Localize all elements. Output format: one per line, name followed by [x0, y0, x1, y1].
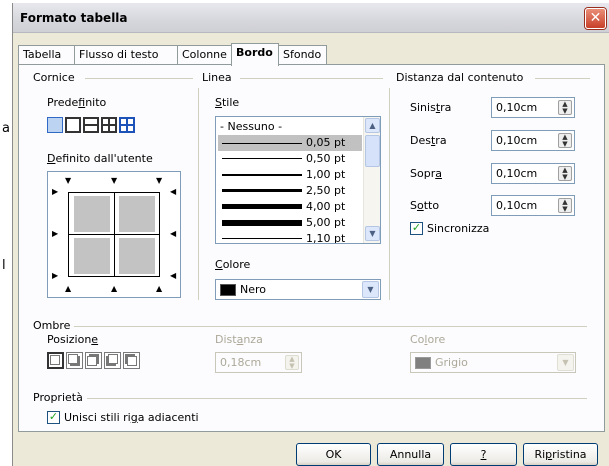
user-defined-label: Definito dall'utente [47, 152, 153, 165]
merge-styles-checkbox[interactable]: ✓ [47, 411, 60, 424]
chevron-down-icon[interactable]: ▼ [557, 354, 574, 371]
arrow-right-icon: ▶ [52, 187, 59, 196]
dialog-title: Formato tabella [20, 11, 128, 25]
spin-buttons-icon[interactable]: ▲ ▼ [558, 133, 572, 148]
preview-cell [119, 238, 155, 274]
posizione-label: Posizione [47, 333, 99, 346]
distanza-divider [389, 88, 390, 300]
list-item[interactable]: 5,00 pt [218, 215, 362, 231]
shadow-distance-field[interactable]: 0,18cm ▲ ▼ [215, 352, 302, 373]
linea-divider [198, 88, 199, 300]
spin-buttons-icon[interactable]: ▲ ▼ [558, 198, 572, 213]
tab-tabella[interactable]: Tabella [18, 45, 75, 65]
sinistra-field[interactable]: 0,10cm ▲ ▼ [491, 97, 575, 118]
shadow-bottom-left-option[interactable] [104, 352, 121, 369]
shadow-color-value: Grigio [435, 356, 468, 369]
distanza-group-title: Distanza dal contenuto [396, 71, 528, 84]
arrow-right-icon: ▶ [52, 271, 59, 280]
ok-button[interactable]: OK [296, 443, 371, 466]
shadow-color-select[interactable]: Grigio ▼ [410, 352, 576, 373]
ombre-separator [72, 326, 587, 327]
ripristina-button[interactable]: Ripristina [523, 443, 598, 466]
preview-cell [119, 196, 155, 232]
arrow-up-icon: ▲ [111, 284, 118, 293]
color-swatch [220, 284, 236, 296]
arrow-down-icon: ▼ [156, 176, 163, 185]
arrow-left-icon: ◀ [170, 271, 177, 280]
sotto-field[interactable]: 0,10cm ▲ ▼ [491, 195, 575, 216]
background-text-fragment: a [2, 121, 10, 136]
background-text-fragment: l [2, 258, 6, 273]
distanza-separator [535, 78, 590, 79]
list-item[interactable]: 1,00 pt [218, 167, 362, 183]
line-color-value: Nero [240, 283, 267, 296]
arrow-up-icon: ▲ [156, 284, 163, 293]
preview-cell [74, 196, 110, 232]
arrow-up-icon: ▲ [65, 284, 72, 293]
scroll-down-icon[interactable]: ▼ [365, 226, 380, 241]
preset-outer-all-inner[interactable] [101, 117, 117, 133]
tab-bordo[interactable]: Bordo [231, 43, 279, 66]
shadow-bottom-right-option[interactable] [66, 352, 83, 369]
tab-sfondo[interactable]: Sfondo [278, 45, 327, 65]
arrow-left-icon: ◀ [170, 187, 177, 196]
predefinito-label: Predefinito [47, 96, 107, 109]
color-swatch [415, 357, 431, 369]
tab-flusso-di-testo[interactable]: Flusso di testo [74, 45, 178, 65]
cornice-group-title: Cornice [33, 71, 79, 84]
sopra-label: Sopra [410, 167, 442, 180]
tab-colonne[interactable]: Colonne [177, 45, 233, 65]
line-color-select[interactable]: Nero ▼ [215, 279, 381, 300]
close-button[interactable]: ✕ [585, 8, 606, 29]
sotto-label: Sotto [410, 199, 440, 212]
shadow-none-option[interactable] [47, 352, 64, 369]
arrow-down-icon: ▼ [65, 176, 72, 185]
list-item[interactable]: - Nessuno - [218, 119, 362, 135]
destra-label: Destra [410, 134, 447, 147]
preset-outer-horizontal[interactable] [83, 117, 99, 133]
linea-separator [240, 78, 383, 79]
sincronizza-label: Sincronizza [427, 222, 490, 235]
list-item[interactable]: 4,00 pt [218, 199, 362, 215]
preview-cell [74, 238, 110, 274]
proprieta-group-title: Proprietà [33, 391, 87, 404]
list-item[interactable]: 0,50 pt [218, 151, 362, 167]
sopra-field[interactable]: 0,10cm ▲ ▼ [491, 163, 575, 184]
preset-outer-inner-lines[interactable] [119, 117, 135, 133]
sinistra-label: Sinistra [410, 101, 452, 114]
spin-buttons-icon[interactable]: ▲ ▼ [558, 100, 572, 115]
preset-outer-border[interactable] [65, 117, 81, 133]
shadow-top-right-option[interactable] [85, 352, 102, 369]
sincronizza-checkbox[interactable]: ✓ [410, 222, 423, 235]
preset-no-border[interactable] [47, 117, 63, 133]
spin-buttons-icon[interactable]: ▲ ▼ [285, 355, 299, 370]
line-style-list[interactable]: - Nessuno - 0,05 pt 0,50 pt 1,00 pt 2,50… [215, 116, 381, 244]
annulla-button[interactable]: Annulla [377, 443, 444, 466]
proprieta-separator [86, 398, 587, 399]
stile-label: Stile [215, 96, 240, 109]
list-item[interactable]: 2,50 pt [218, 183, 362, 199]
arrow-right-icon: ▶ [52, 229, 59, 238]
list-scrollbar[interactable]: ▲ ▼ [363, 117, 380, 243]
scroll-up-icon[interactable]: ▲ [365, 118, 380, 133]
shadow-distance-label: Distanza [215, 333, 263, 346]
user-defined-border-preview[interactable]: ▼ ▼ ▼ ▲ ▲ ▲ ▶ ▶ ▶ ◀ ◀ ◀ [47, 171, 181, 298]
arrow-down-icon: ▼ [111, 176, 118, 185]
arrow-left-icon: ◀ [170, 229, 177, 238]
list-item[interactable]: 1,10 pt [218, 231, 362, 243]
destra-field[interactable]: 0,10cm ▲ ▼ [491, 130, 575, 151]
merge-styles-label: Unisci stili riga adiacenti [64, 411, 199, 424]
help-button[interactable]: ? [450, 443, 517, 466]
scroll-thumb[interactable] [365, 135, 380, 167]
shadow-top-left-option[interactable] [123, 352, 140, 369]
cornice-separator [85, 78, 193, 79]
spin-buttons-icon[interactable]: ▲ ▼ [558, 166, 572, 181]
title-bar: Formato tabella ✕ [13, 3, 609, 33]
chevron-down-icon[interactable]: ▼ [362, 281, 379, 298]
linea-group-title: Linea [202, 71, 236, 84]
colore-label: Colore [215, 258, 251, 271]
list-item[interactable]: 0,05 pt [218, 135, 362, 151]
ombre-group-title: Ombre [33, 319, 75, 332]
shadow-color-label: Colore [410, 333, 446, 346]
